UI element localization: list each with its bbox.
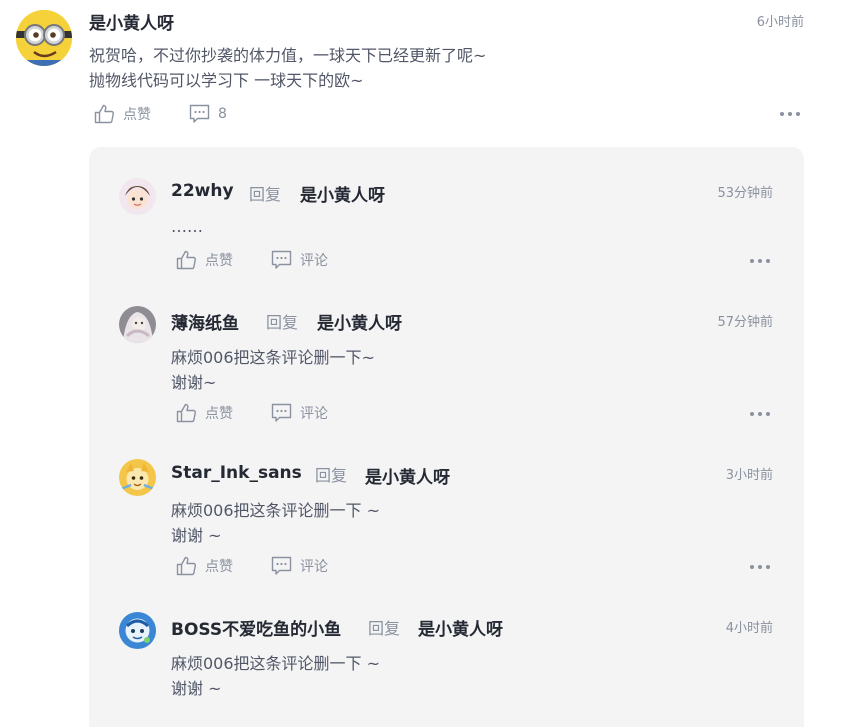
- main-comment-time: 6小时前: [756, 15, 804, 30]
- reply-2-comment-button[interactable]: 评论: [271, 403, 328, 423]
- reply-2-reply-word: 回复: [266, 313, 299, 332]
- reply-1-comment-button[interactable]: 评论: [271, 250, 328, 270]
- reply-1-reply-word: 回复: [249, 185, 282, 204]
- reply-3-text-line-1: 麻烦006把这条评论删一下 ~: [171, 501, 381, 520]
- main-comment-text-line-1: 祝贺哈，不过你抄袭的体力值，一球天下已经更新了呢~: [89, 46, 487, 65]
- main-comment-button[interactable]: 8: [189, 104, 227, 124]
- main-comment-count: 8: [218, 106, 227, 122]
- thumbs-up-icon: [176, 556, 197, 576]
- comment-bubble-icon: [271, 556, 292, 575]
- reply-1-text-line-1: ……: [171, 217, 203, 236]
- reply-4-avatar[interactable]: [119, 612, 156, 649]
- reply-2-text-line-1: 麻烦006把这条评论删一下~: [171, 348, 375, 367]
- reply-2-author[interactable]: 薄海纸鱼: [171, 309, 239, 334]
- reply-3-like-button[interactable]: 点赞: [176, 556, 233, 576]
- comment-bubble-icon: [189, 104, 210, 123]
- reply-2-target[interactable]: 是小黄人呀: [317, 309, 402, 334]
- reply-2-comment-label: 评论: [300, 406, 328, 422]
- main-like-button[interactable]: 点赞: [94, 104, 151, 124]
- thumbs-up-icon: [94, 104, 115, 124]
- reply-2-text-line-2: 谢谢~: [171, 373, 217, 392]
- reply-4-text-line-2: 谢谢 ~: [171, 679, 222, 698]
- main-comment-text-line-2: 抛物线代码可以学习下 一球天下的欧~: [89, 71, 364, 90]
- reply-2-more-options-icon[interactable]: [748, 407, 772, 421]
- reply-1-more-options-icon[interactable]: [748, 254, 772, 268]
- reply-1-avatar[interactable]: [119, 178, 156, 215]
- reply-4-time: 4小时前: [725, 621, 773, 636]
- reply-4-reply-word: 回复: [368, 619, 401, 638]
- reply-1-like-button[interactable]: 点赞: [176, 250, 233, 270]
- reply-1-target[interactable]: 是小黄人呀: [300, 181, 385, 206]
- thumbs-up-icon: [176, 250, 197, 270]
- reply-3-avatar[interactable]: [119, 459, 156, 496]
- comment-bubble-icon: [271, 403, 292, 422]
- main-comment-author[interactable]: 是小黄人呀: [89, 9, 174, 34]
- reply-3-target[interactable]: 是小黄人呀: [365, 463, 450, 488]
- reply-3-comment-label: 评论: [300, 559, 328, 575]
- reply-3-time: 3小时前: [725, 468, 773, 483]
- reply-1-author[interactable]: 22why: [171, 181, 234, 201]
- reply-2-time: 57分钟前: [717, 315, 773, 330]
- reply-3-like-label: 点赞: [205, 559, 233, 575]
- main-like-label: 点赞: [123, 107, 151, 123]
- reply-4-author[interactable]: BOSS不爱吃鱼的小鱼: [171, 615, 341, 640]
- reply-2-like-label: 点赞: [205, 406, 233, 422]
- comment-bubble-icon: [271, 250, 292, 269]
- reply-3-reply-word: 回复: [315, 466, 348, 485]
- reply-3-comment-button[interactable]: 评论: [271, 556, 328, 576]
- reply-4-target[interactable]: 是小黄人呀: [418, 615, 503, 640]
- thumbs-up-icon: [176, 403, 197, 423]
- reply-2-avatar[interactable]: [119, 306, 156, 343]
- reply-1-like-label: 点赞: [205, 253, 233, 269]
- reply-1-comment-label: 评论: [300, 253, 328, 269]
- reply-3-author[interactable]: Star_Ink_sans: [171, 463, 302, 483]
- main-more-options-icon[interactable]: [778, 107, 802, 121]
- reply-3-text-line-2: 谢谢 ~: [171, 526, 222, 545]
- reply-3-more-options-icon[interactable]: [748, 560, 772, 574]
- reply-2-like-button[interactable]: 点赞: [176, 403, 233, 423]
- reply-1-time: 53分钟前: [717, 186, 773, 201]
- avatar-main-comment[interactable]: [16, 10, 72, 66]
- reply-4-text-line-1: 麻烦006把这条评论删一下 ~: [171, 654, 381, 673]
